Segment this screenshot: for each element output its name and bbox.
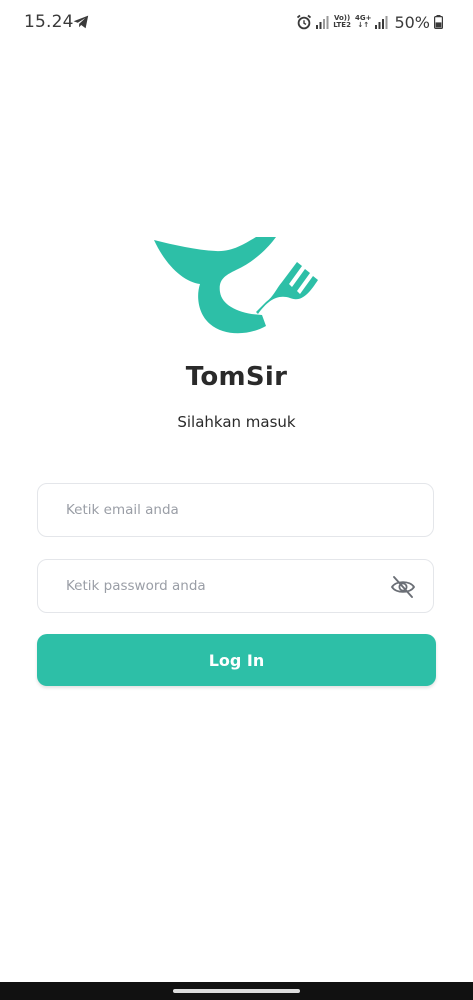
network-indicator: 4G+ ↓↑ bbox=[355, 15, 371, 29]
signal-icon bbox=[375, 15, 388, 29]
home-indicator[interactable] bbox=[173, 989, 300, 993]
alarm-icon bbox=[297, 14, 312, 30]
signal-icon bbox=[316, 15, 329, 29]
eye-off-icon[interactable] bbox=[390, 574, 416, 600]
app-subtitle: Silahkan masuk bbox=[177, 413, 296, 431]
login-button[interactable]: Log In bbox=[37, 634, 436, 686]
telegram-icon bbox=[73, 15, 89, 29]
volte-indicator: Vo)) LTE2 bbox=[333, 15, 351, 29]
battery-icon bbox=[434, 15, 443, 29]
navigation-bar bbox=[0, 982, 473, 1000]
login-screen: 15.24 Vo)) LTE2 4G+ ↓↑ 50% TomSir Silahk… bbox=[0, 0, 473, 1000]
app-title: TomSir bbox=[185, 362, 288, 392]
email-field[interactable] bbox=[38, 484, 433, 536]
status-time: 15.24 bbox=[24, 12, 74, 32]
battery-percent: 50% bbox=[394, 12, 430, 32]
password-field-container bbox=[37, 559, 434, 613]
email-field-container bbox=[37, 483, 434, 537]
network-label-bottom: ↓↑ bbox=[357, 21, 370, 29]
tomsir-logo bbox=[154, 237, 318, 334]
status-icons: Vo)) LTE2 4G+ ↓↑ 50% bbox=[296, 10, 443, 34]
volte-label-bottom: LTE2 bbox=[333, 21, 351, 29]
password-field[interactable] bbox=[38, 560, 433, 612]
status-bar: 15.24 Vo)) LTE2 4G+ ↓↑ 50% bbox=[0, 0, 473, 46]
